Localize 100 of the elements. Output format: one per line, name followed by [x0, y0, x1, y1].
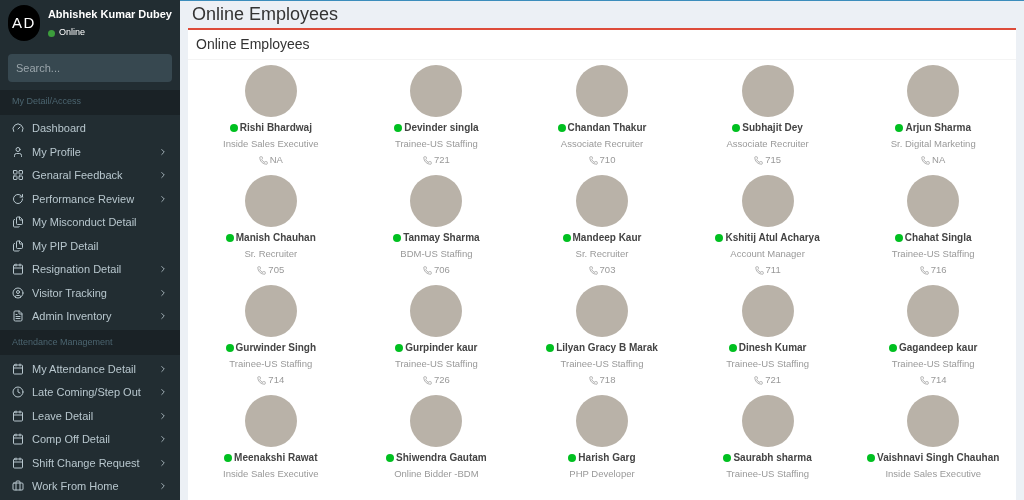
employee-name: Gurpinder kaur	[405, 341, 478, 355]
phone-icon	[921, 155, 931, 165]
chevron-icon	[158, 287, 168, 298]
employee-role: Trainee-US Staffing	[560, 357, 644, 371]
menu-label: Shift Change Request	[32, 455, 141, 471]
chevron-icon	[158, 311, 168, 322]
avatar	[741, 65, 794, 117]
section-header: Attendance Management	[0, 330, 180, 355]
employee-name: Dinesh Kumar	[738, 341, 807, 355]
phone-icon	[257, 375, 267, 385]
employee-role: Online Bidder -BDM	[394, 467, 479, 481]
menu-item[interactable]: Comp Off Detail	[0, 427, 180, 451]
avatar	[907, 395, 960, 447]
phone-icon	[919, 265, 929, 275]
menu-item[interactable]: Late Coming/Step Out	[0, 380, 180, 404]
employee-name: Rishi Bhardwaj	[239, 121, 312, 135]
menu-item[interactable]: Visitor Tracking	[0, 281, 180, 305]
phone-extension: 718	[599, 373, 616, 388]
menu-label: Performance Review	[32, 191, 136, 207]
menu-item[interactable]: My Profile	[0, 140, 180, 164]
menu-item[interactable]: Shift Change Request	[0, 451, 180, 475]
employee-role: Trainee-US Staffing	[394, 137, 478, 151]
menu-item[interactable]: My Misconduct Detail	[0, 210, 180, 234]
chevron-icon	[158, 193, 168, 204]
employee-name: Saurabh sharma	[733, 451, 812, 465]
phone-extension: 714	[268, 373, 285, 388]
chevron-icon	[158, 363, 168, 374]
menu-label: Visitor Tracking	[32, 285, 108, 301]
avatar	[741, 175, 794, 227]
chevron-icon	[158, 264, 168, 275]
employee-role: Sr. Recruiter	[244, 247, 298, 261]
phone-icon	[754, 155, 764, 165]
employee-name: Vaishnavi Singh Chauhan	[877, 451, 1000, 465]
menu-item[interactable]: Genaral Feedback	[0, 163, 180, 187]
employee-name: Kshitij Atul Acharya	[725, 231, 820, 245]
avatar	[410, 285, 463, 337]
employee-name: Chahat Singla	[904, 231, 972, 245]
status-label: Online	[58, 26, 85, 40]
avatar	[244, 175, 297, 227]
search-field[interactable]: Search...	[8, 53, 172, 82]
phone-extension: 714	[930, 373, 947, 388]
employee-name: Gurwinder Singh	[235, 341, 317, 355]
avatar	[907, 175, 960, 227]
chevron-icon	[158, 170, 168, 181]
employee-name: Tanmay Sharma	[403, 231, 480, 245]
menu-item[interactable]: My Attendance Detail	[0, 357, 180, 381]
avatar	[244, 285, 297, 337]
employee-role: Trainee-US Staffing	[891, 357, 975, 371]
phone-icon	[919, 375, 929, 385]
phone-extension: 721	[433, 153, 450, 168]
menu-item[interactable]: Dashboard	[0, 116, 180, 140]
avatar	[576, 285, 628, 337]
employee-role: PHP Developer	[569, 467, 635, 481]
menu-label: Dashboard	[32, 121, 87, 136]
employee-role: Associate Recruiter	[726, 137, 809, 151]
employee-name: Manish Chauhan	[235, 231, 316, 245]
employee-role: Trainee-US Staffing	[726, 357, 810, 371]
employee-name: Mandeep Kaur	[572, 231, 642, 245]
menu-item[interactable]: Performance Review	[0, 187, 180, 211]
avatar	[741, 395, 794, 447]
phone-icon	[258, 155, 268, 165]
phone-extension: 715	[765, 153, 781, 168]
menu-icon	[12, 239, 24, 252]
page-title: Online Employees	[191, 3, 340, 26]
phone-icon	[754, 375, 764, 385]
avatar	[741, 285, 794, 337]
menu-label: Comp Off Detail	[32, 432, 112, 447]
employee-role: Account Manager	[730, 247, 805, 261]
employee-role: Inside Sales Executive	[885, 467, 981, 481]
avatar	[576, 395, 628, 447]
chevron-icon	[158, 457, 168, 468]
phone-extension: 721	[765, 373, 781, 388]
menu-icon	[12, 145, 24, 158]
phone-extension: NA	[932, 153, 946, 168]
employee-name: Subhajit Dey	[742, 121, 803, 135]
phone-icon	[588, 155, 598, 165]
phone-extension: 711	[765, 263, 781, 278]
employee-name: Arjun Sharma	[905, 121, 971, 135]
phone-icon	[422, 265, 432, 275]
menu-item[interactable]: Work From Home	[0, 474, 180, 498]
menu-icon	[12, 409, 24, 422]
menu-item[interactable]: Resignation Detail	[0, 257, 180, 281]
menu-icon	[12, 362, 24, 375]
menu-label: Leave Detail	[32, 408, 95, 424]
menu-icon	[12, 386, 24, 399]
menu-item[interactable]: My PIP Detail	[0, 234, 180, 258]
employee-role: Inside Sales Executive	[223, 467, 319, 481]
employee-role: Associate Recruiter	[560, 137, 644, 151]
employee-role: BDM-US Staffing	[400, 247, 473, 261]
employee-role: Trainee-US Staffing	[394, 357, 478, 371]
avatar	[907, 285, 960, 337]
section-header: My Detail/Access	[0, 89, 180, 115]
chevron-icon	[158, 410, 168, 421]
phone-extension: 726	[433, 373, 450, 388]
employee-name: Meenakshi Rawat	[234, 451, 318, 465]
menu-label: My Attendance Detail	[32, 361, 137, 377]
menu-item[interactable]: Admin Inventory	[0, 304, 180, 328]
employee-role: Sr. Digital Marketing	[890, 137, 976, 151]
menu-item[interactable]: Leave Detail	[0, 404, 180, 428]
menu-icon	[12, 310, 24, 323]
